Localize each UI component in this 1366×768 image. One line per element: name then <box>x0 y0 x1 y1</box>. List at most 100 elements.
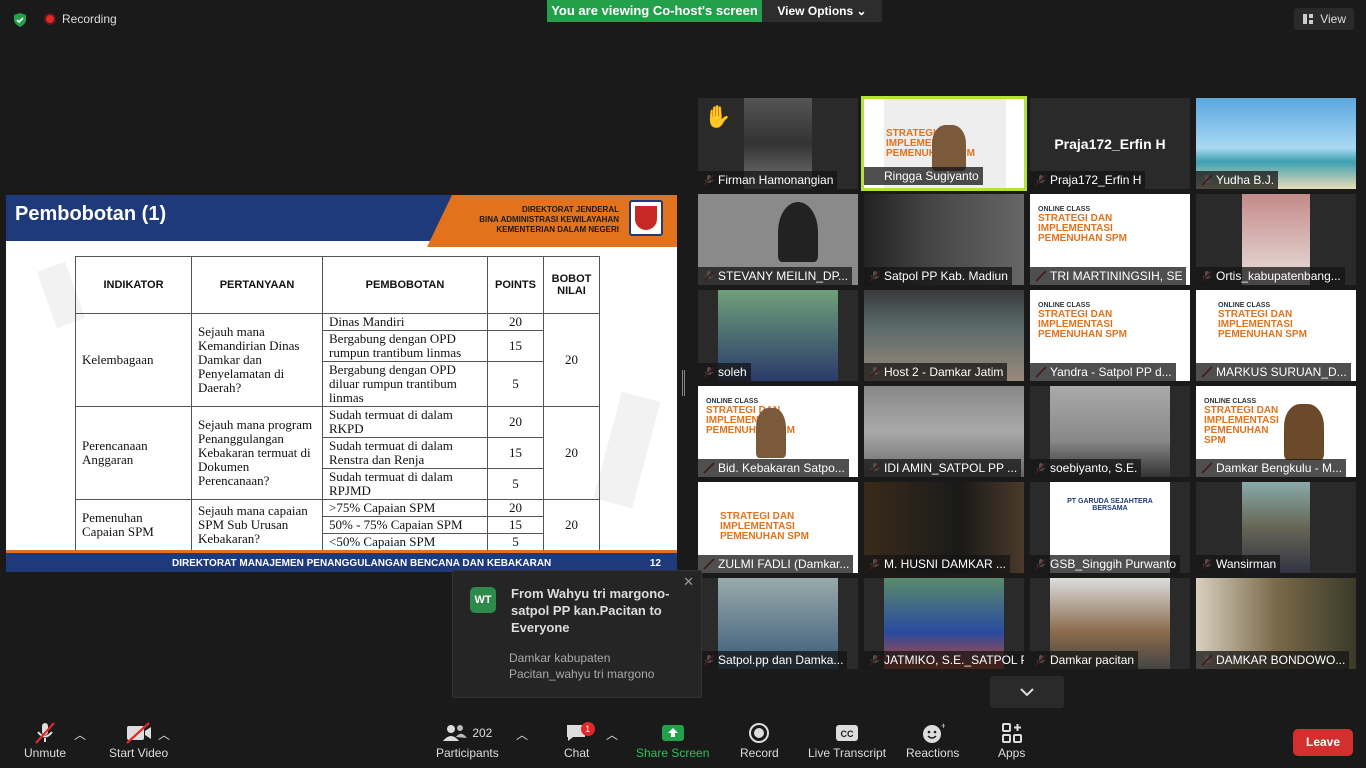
participant-name: MARKUS SURUAN_D... <box>1196 363 1351 381</box>
unmute-button[interactable]: Unmute <box>24 720 66 760</box>
raised-hand-icon: ✋ <box>704 104 732 129</box>
participant-tile[interactable]: Satpol.pp dan Damka... <box>698 578 858 669</box>
option-cell: 50% - 75% Capaian SPM <box>322 516 488 534</box>
participant-name: ZULMI FADLI (Damkar... <box>698 555 854 573</box>
header-pertanyaan: PERTANYAAN <box>191 256 323 314</box>
participant-tile[interactable]: Wansirman <box>1196 482 1356 573</box>
mic-muted-icon <box>33 720 57 746</box>
participant-tile[interactable]: PT GARUDA SEJAHTERA BERSAMA GSB_Singgih … <box>1030 482 1190 573</box>
reactions-button[interactable]: + Reactions <box>906 720 959 760</box>
recording-label: Recording <box>62 12 117 26</box>
option-cell: Sudah termuat di dalam RKPD <box>322 406 488 438</box>
view-button[interactable]: View <box>1294 8 1354 30</box>
chevron-down-icon <box>1020 688 1034 697</box>
indicator-cell: Kelembagaan <box>75 313 192 407</box>
question-cell: Sejauh mana Kemandirian Dinas Damkar dan… <box>191 313 323 407</box>
participant-name: JATMIKO, S.E._SATPOL P... <box>864 651 1024 669</box>
record-button[interactable]: Record <box>740 720 779 760</box>
participant-tile[interactable]: ✋ Firman Hamonangian <box>698 98 858 189</box>
participant-tile[interactable]: ONLINE CLASS STRATEGI DAN IMPLEMENTASI P… <box>1030 290 1190 381</box>
chevron-up-icon[interactable]: ︿ <box>516 726 528 743</box>
share-screen-icon <box>661 725 684 741</box>
participant-tile[interactable]: STRATEGI DAN IMPLEMENTASI PEMENUHAN SPM … <box>698 482 858 573</box>
participant-tile[interactable]: Damkar pacitan <box>1030 578 1190 669</box>
chat-label: Chat <box>564 746 590 760</box>
close-icon[interactable]: ✕ <box>683 574 694 590</box>
chat-notification[interactable]: WT From Wahyu tri margono-satpol PP kan.… <box>452 570 702 698</box>
option-cell: Sudah termuat di dalam RPJMD <box>322 468 488 500</box>
participants-count: 202 <box>472 726 493 740</box>
participant-name-large: Praja172_Erfin H <box>1054 136 1166 152</box>
weight-cell: 20 <box>543 406 600 500</box>
participant-name: Satpol.pp dan Damka... <box>698 651 848 669</box>
top-bar: Recording You are viewing Co-host's scre… <box>0 0 1366 40</box>
participant-name: soleh <box>698 363 751 381</box>
participant-name: Damkar Bengkulu - M... <box>1196 459 1347 477</box>
participant-tile[interactable]: ONLINE CLASS STRATEGI DAN IMPLEMENTASI P… <box>1196 290 1356 381</box>
participant-name: TRI MARTININGSIH, SE <box>1030 267 1187 285</box>
chevron-up-icon[interactable]: ︿ <box>158 726 170 743</box>
participant-name: Wansirman <box>1196 555 1281 573</box>
sender-avatar: WT <box>470 587 496 613</box>
header-pembobotan: PEMBOBOTAN <box>322 256 488 314</box>
participant-tile-active[interactable]: STRATEGI DAN IMPLEMENTASI PEMENUHAN SPM … <box>861 96 1027 191</box>
participant-name: GSB_Singgih Purwanto <box>1030 555 1181 573</box>
participants-icon <box>443 725 468 741</box>
apps-button[interactable]: Apps <box>998 720 1025 760</box>
participant-tile[interactable]: M. HUSNI DAMKAR ... <box>864 482 1024 573</box>
map-shape <box>593 391 661 509</box>
header-bobot-nilai: BOBOT NILAI <box>543 256 600 314</box>
svg-text:CC: CC <box>841 729 854 739</box>
share-screen-button[interactable]: Share Screen <box>636 720 709 760</box>
points-cell: 15 <box>487 516 544 534</box>
participant-name: Damkar pacitan <box>1030 651 1139 669</box>
participant-name: M. HUSNI DAMKAR ... <box>864 555 1011 573</box>
ministry-emblem-icon <box>629 200 663 236</box>
participant-tile[interactable]: Host 2 - Damkar Jatim <box>864 290 1024 381</box>
chevron-up-icon[interactable]: ︿ <box>606 726 618 743</box>
participant-tile[interactable]: soebiyanto, S.E. <box>1030 386 1190 477</box>
svg-text:+: + <box>941 722 945 731</box>
participant-tile[interactable]: IDI AMIN_SATPOL PP ... <box>864 386 1024 477</box>
weighting-table: INDIKATOR PERTANYAAN PEMBOBOTAN POINTS B… <box>75 256 600 551</box>
participant-tile[interactable]: ONLINE CLASS STRATEGI DAN IMPLEMENTASI P… <box>698 386 858 477</box>
participant-tile[interactable]: Satpol PP Kab. Madiun <box>864 194 1024 285</box>
unmute-label: Unmute <box>24 746 67 760</box>
participant-tile[interactable]: Ortis_kabupatenbang... <box>1196 194 1356 285</box>
participants-button[interactable]: 202 Participants <box>436 720 499 760</box>
participant-tile[interactable]: STEVANY MEILIN_DP... <box>698 194 858 285</box>
chat-sender: From Wahyu tri margono-satpol PP kan.Pac… <box>511 586 670 635</box>
participant-tile[interactable]: Praja172_Erfin H Praja172_Erfin H <box>1030 98 1190 189</box>
participant-tile[interactable]: ONLINE CLASS STRATEGI DAN IMPLEMENTASI P… <box>1196 386 1356 477</box>
closed-caption-icon: CC <box>836 725 859 741</box>
weight-cell: 20 <box>543 313 600 407</box>
points-cell: 5 <box>487 468 544 500</box>
chat-button[interactable]: 1 Chat <box>564 720 595 760</box>
participant-tile[interactable]: Yudha B.J. <box>1196 98 1356 189</box>
view-options-button[interactable]: View Options ⌄ <box>762 0 882 22</box>
gallery-next-button[interactable] <box>990 676 1064 708</box>
shared-screen: Pembobotan (1) DIREKTORAT JENDERAL BINA … <box>6 195 677 572</box>
points-cell: 20 <box>487 499 544 517</box>
shield-icon[interactable] <box>12 12 28 28</box>
smiley-icon: + <box>922 722 945 743</box>
view-options-label: View Options <box>777 4 854 18</box>
live-transcript-button[interactable]: CC Live Transcript <box>808 720 886 760</box>
participant-name: Yandra - Satpol PP d... <box>1030 363 1176 381</box>
leave-button[interactable]: Leave <box>1293 729 1353 756</box>
points-cell: 20 <box>487 313 544 331</box>
chevron-down-icon: ⌄ <box>856 4 867 18</box>
indicator-cell: Pemenuhan Capaian SPM <box>75 499 192 551</box>
participant-tile[interactable]: JATMIKO, S.E._SATPOL P... <box>864 578 1024 669</box>
splitter-handle[interactable] <box>682 370 685 396</box>
participant-name: Firman Hamonangian <box>698 171 838 189</box>
recording-indicator[interactable]: Recording <box>44 12 117 26</box>
participant-tile[interactable]: DAMKAR BONDOWO... <box>1196 578 1356 669</box>
participant-name: DAMKAR BONDOWO... <box>1196 651 1350 669</box>
share-screen-label: Share Screen <box>636 746 710 760</box>
company-name: PT GARUDA SEJAHTERA BERSAMA <box>1067 498 1153 512</box>
participant-tile[interactable]: soleh <box>698 290 858 381</box>
chevron-up-icon[interactable]: ︿ <box>74 726 86 743</box>
apps-icon <box>1001 723 1022 743</box>
participant-tile[interactable]: ONLINE CLASS STRATEGI DAN IMPLEMENTASI P… <box>1030 194 1190 285</box>
